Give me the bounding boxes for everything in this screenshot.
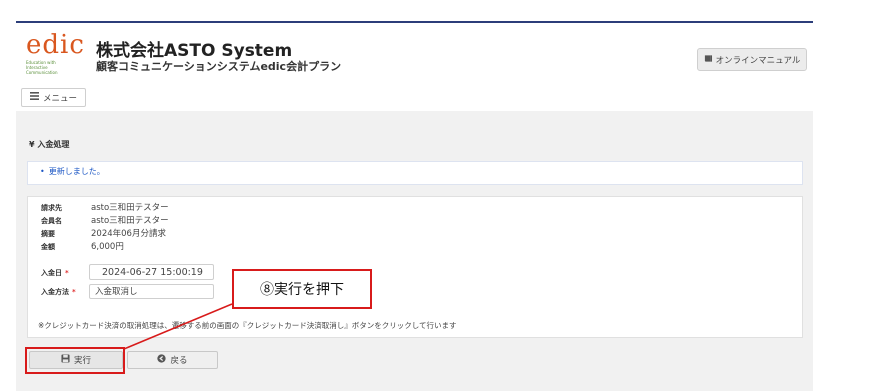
callout-leader-line	[123, 303, 233, 350]
instruction-callout: ⑧実行を押下	[232, 269, 372, 309]
